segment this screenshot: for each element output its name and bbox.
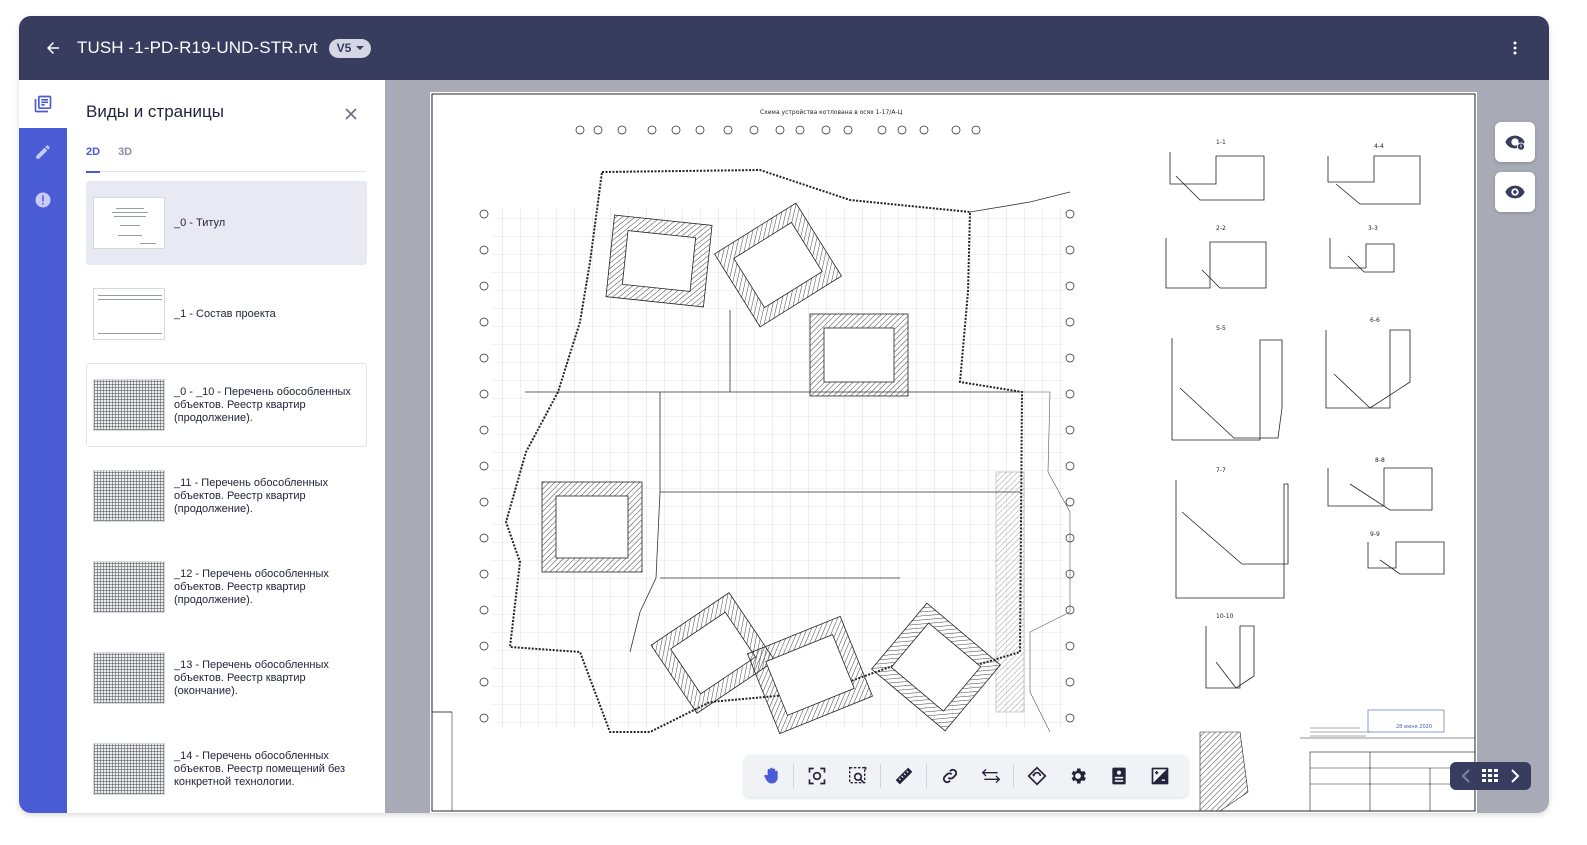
close-icon <box>345 108 357 120</box>
rail-item-markup[interactable] <box>19 128 67 176</box>
viewer-toolbar <box>744 755 1188 797</box>
drawing-canvas: Схема устройства котлована в осях 1-17/А… <box>431 93 1476 812</box>
section-label: 4-4 <box>1374 143 1384 150</box>
rotate-icon <box>1026 766 1047 786</box>
version-label: V5 <box>336 41 352 55</box>
fit-view-icon <box>808 767 825 785</box>
sheet-label: _11 - Перечень обособленных объектов. Ре… <box>174 476 329 515</box>
more-vertical-icon <box>1513 41 1517 55</box>
sheet-thumbnail <box>93 379 165 431</box>
toolbar-divider <box>793 764 794 788</box>
link-icon <box>942 768 957 784</box>
section-label: 6-6 <box>1370 317 1380 324</box>
issues-icon <box>35 192 51 208</box>
list-item[interactable]: _1 - Состав проекта <box>86 272 367 356</box>
left-rail <box>19 80 67 813</box>
sheet-label: _0 - _10 - Перечень обособленных объекто… <box>174 385 351 424</box>
sheet-thumbnail <box>93 743 165 795</box>
sheet-thumbnail <box>93 288 165 340</box>
panel-title: Виды и страницы <box>86 102 224 121</box>
section-label: 9-9 <box>1370 531 1380 538</box>
list-item[interactable]: _13 - Перечень обособленных объектов. Ре… <box>86 636 367 720</box>
list-item[interactable]: _0 - Титул <box>86 181 367 265</box>
fit-view-tool[interactable] <box>796 758 837 794</box>
rail-item-issues[interactable] <box>19 176 67 224</box>
side-tools <box>1495 122 1535 222</box>
rail-item-sheets[interactable] <box>19 80 67 128</box>
measure-tool[interactable] <box>883 758 924 794</box>
compare-tool[interactable] <box>970 758 1011 794</box>
list-item[interactable]: _0 - _10 - Перечень обособленных объекто… <box>86 363 367 447</box>
eye-info-icon <box>1505 135 1526 151</box>
zoom-region-tool[interactable] <box>837 758 878 794</box>
views-sheets-panel: Виды и страницы 2D 3D _0 - Титул _1 - Со… <box>67 80 385 813</box>
zoom-region-icon <box>848 766 866 784</box>
chevron-right-icon <box>1511 769 1520 783</box>
section-label: 8-8 <box>1375 457 1385 464</box>
top-header: TUSH -1-PD-R19-UND-STR.rvt V5 <box>19 16 1549 80</box>
sheet-list: _0 - Титул _1 - Состав проекта _0 - _10 … <box>86 181 367 813</box>
pan-hand-icon <box>763 767 778 784</box>
settings-gear-icon <box>1071 768 1086 784</box>
list-item[interactable]: _14 - Перечень обособленных объектов. Ре… <box>86 727 367 811</box>
approval-stamp: 28 июня 2020 <box>1367 709 1445 733</box>
view-tabs: 2D 3D <box>86 146 366 173</box>
svg-text:28 июня 2020: 28 июня 2020 <box>1396 724 1432 730</box>
tab-3d[interactable]: 3D <box>118 146 132 172</box>
section-label: 5-5 <box>1216 325 1226 332</box>
version-selector[interactable]: V5 <box>328 38 372 58</box>
chevron-down-icon <box>356 46 365 50</box>
drawing-viewer[interactable]: Схема устройства котлована в осях 1-17/А… <box>385 80 1549 813</box>
back-button[interactable] <box>29 24 77 72</box>
chevron-left-icon <box>1461 769 1470 783</box>
contrast-icon <box>1151 767 1168 785</box>
section-label: 1-1 <box>1216 139 1226 146</box>
sheet-label: _0 - Титул <box>174 216 226 229</box>
eye-icon <box>1505 185 1525 199</box>
drawing-title: Схема устройства котлована в осях 1-17/А… <box>760 109 903 116</box>
prev-sheet-button[interactable] <box>1455 765 1477 787</box>
sheet-label: _12 - Перечень обособленных объектов. Ре… <box>174 567 329 606</box>
next-sheet-button[interactable] <box>1504 765 1526 787</box>
sheets-icon <box>34 95 52 113</box>
section-label: 7-7 <box>1216 467 1226 474</box>
section-label: 10-10 <box>1216 613 1234 620</box>
file-name: TUSH -1-PD-R19-UND-STR.rvt <box>77 38 318 57</box>
app-window: TUSH -1-PD-R19-UND-STR.rvt V5 Виды и стр… <box>19 16 1549 813</box>
rotate-tool[interactable] <box>1016 758 1057 794</box>
sheet-thumbnail <box>93 197 165 249</box>
panel-close-button[interactable] <box>341 104 361 124</box>
markup-pencil-icon <box>36 145 50 159</box>
measure-ruler-icon <box>895 767 912 785</box>
properties-icon <box>1111 767 1126 785</box>
arrow-back-icon <box>47 42 59 54</box>
compare-arrows-icon <box>981 768 1000 784</box>
sheet-label: _14 - Перечень обособленных объектов. Ре… <box>174 749 346 788</box>
sheet-pager <box>1450 762 1531 790</box>
sheet-thumbnail <box>93 652 165 704</box>
toolbar-divider <box>926 764 927 788</box>
grid-icon <box>1482 769 1499 782</box>
sheet-thumbnail <box>93 470 165 522</box>
properties-tool[interactable] <box>1098 758 1139 794</box>
sheet-thumbnail <box>93 561 165 613</box>
section-label: 3-3 <box>1368 225 1378 232</box>
visibility-button[interactable] <box>1495 172 1535 212</box>
toolbar-divider <box>880 764 881 788</box>
list-item[interactable]: _11 - Перечень обособленных объектов. Ре… <box>86 454 367 538</box>
more-menu-button[interactable] <box>1499 32 1531 64</box>
list-item[interactable]: _12 - Перечень обособленных объектов. Ре… <box>86 545 367 629</box>
sheet-label: _1 - Состав проекта <box>174 307 276 320</box>
link-tool[interactable] <box>929 758 970 794</box>
contrast-tool[interactable] <box>1139 758 1180 794</box>
section-label: 2-2 <box>1216 225 1226 232</box>
sheet-label: _13 - Перечень обособленных объектов. Ре… <box>174 658 329 697</box>
visibility-info-button[interactable] <box>1495 122 1535 162</box>
sheet-grid-button[interactable] <box>1479 765 1501 787</box>
drawing-sheet[interactable]: Схема устройства котлована в осях 1-17/А… <box>430 92 1477 813</box>
pan-tool[interactable] <box>750 758 791 794</box>
toolbar-divider <box>1013 764 1014 788</box>
settings-tool[interactable] <box>1057 758 1098 794</box>
tab-2d[interactable]: 2D <box>86 146 101 173</box>
